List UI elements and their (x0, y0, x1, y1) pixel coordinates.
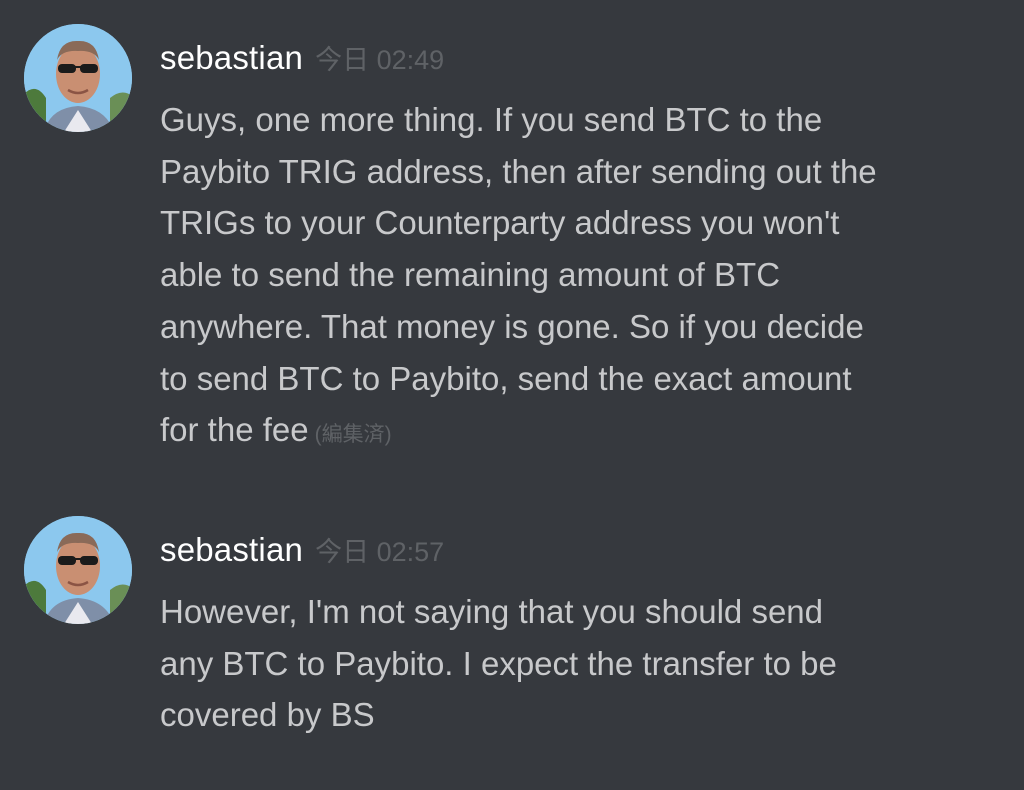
message-header: sebastian 今日 02:57 (160, 530, 444, 574)
message-content: However, I'm not saying that you should … (160, 586, 1000, 741)
avatar-image (24, 24, 132, 132)
message-content: Guys, one more thing. If you send BTC to… (160, 94, 1000, 461)
avatar[interactable] (24, 24, 132, 132)
message-header: sebastian 今日 02:49 (160, 38, 444, 82)
timestamp: 今日 02:49 (315, 45, 445, 75)
avatar[interactable] (24, 516, 132, 624)
message-text: Guys, one more thing. If you send BTC to… (160, 101, 877, 449)
username[interactable]: sebastian (160, 39, 303, 77)
avatar-image (24, 516, 132, 624)
username[interactable]: sebastian (160, 531, 303, 569)
message-text: However, I'm not saying that you should … (160, 593, 837, 734)
timestamp: 今日 02:57 (315, 537, 445, 567)
edited-indicator: (編集済) (314, 423, 392, 447)
